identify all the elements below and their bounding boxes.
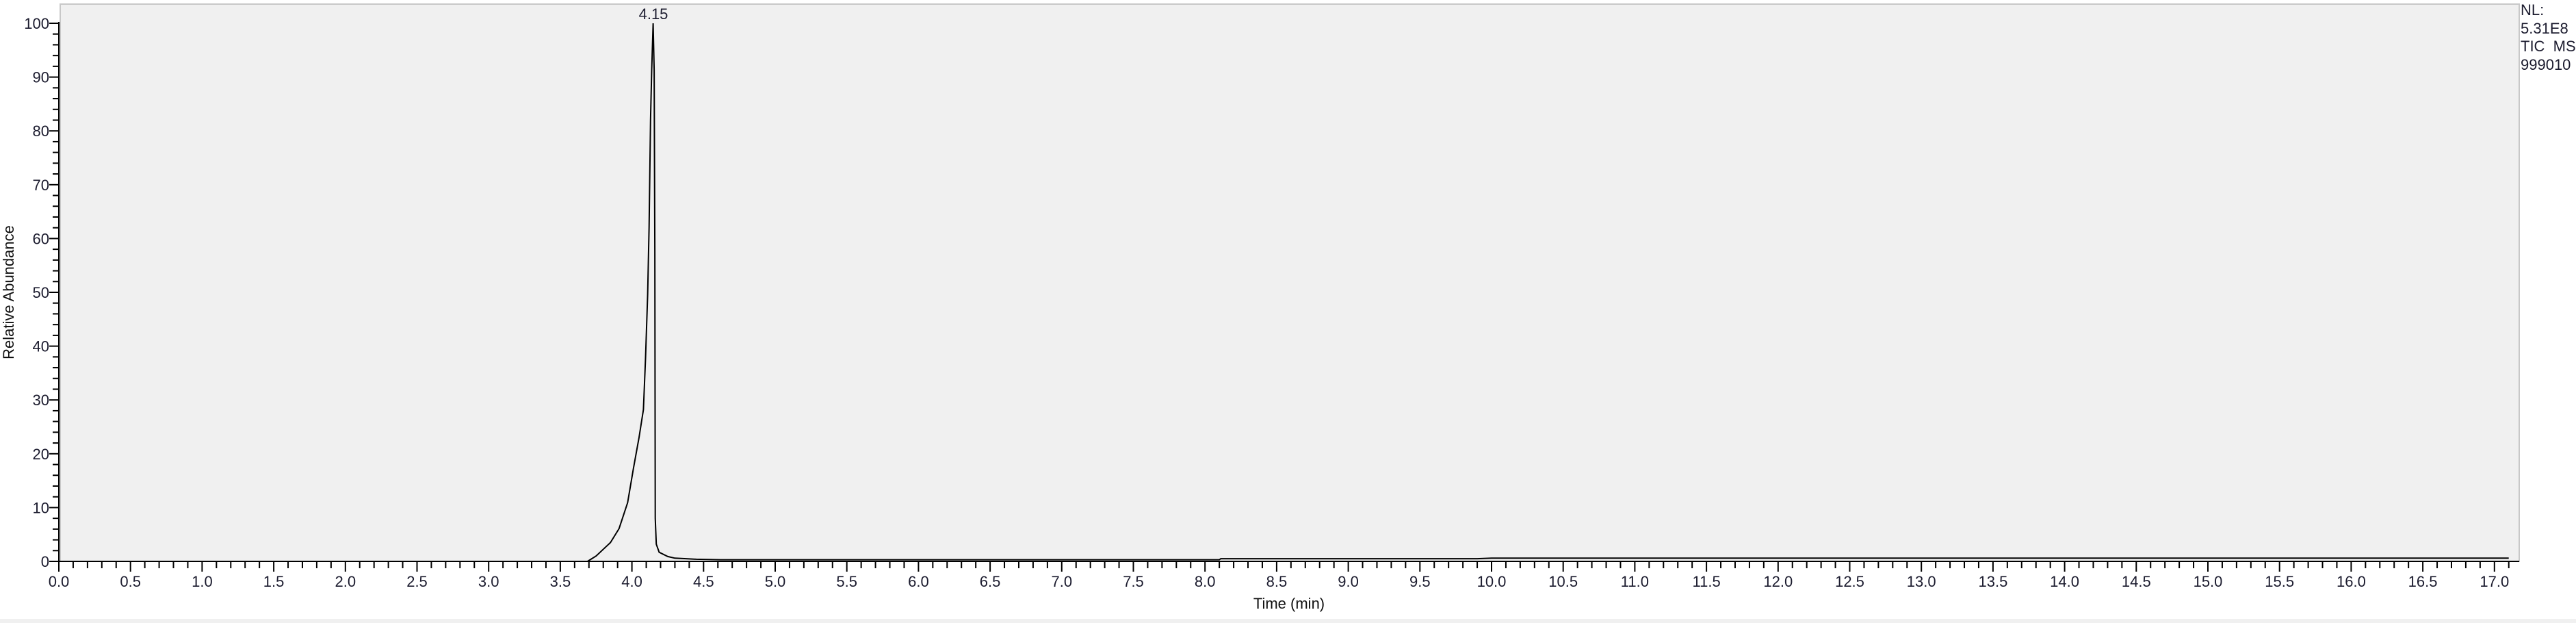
x-tick-label: 11.0 [1621, 573, 1649, 590]
x-tick-label: 8.0 [1195, 573, 1216, 590]
x-tick-label: 13.0 [1907, 573, 1936, 590]
x-tick-label: 0.0 [49, 573, 70, 590]
y-tick-label: 40 [33, 338, 49, 355]
x-tick-label: 15.5 [2265, 573, 2294, 590]
x-tick-label: 7.0 [1052, 573, 1073, 590]
x-tick-label: 5.5 [836, 573, 857, 590]
scan-type: TIC MS [2521, 38, 2576, 55]
x-tick-label: 14.5 [2122, 573, 2151, 590]
x-tick-label: 10.5 [1548, 573, 1578, 590]
y-tick-label: 80 [33, 123, 49, 140]
y-tick-label: 10 [33, 499, 49, 516]
y-tick-label: 30 [33, 392, 49, 409]
x-tick-label: 2.0 [335, 573, 356, 590]
x-tick-label: 6.0 [908, 573, 929, 590]
x-tick-label: 16.5 [2408, 573, 2438, 590]
x-tick-label: 2.5 [406, 573, 428, 590]
x-tick-label: 3.0 [478, 573, 499, 590]
x-tick-label: 12.0 [1763, 573, 1793, 590]
x-tick-label: 5.0 [765, 573, 786, 590]
x-tick-label: 0.5 [120, 573, 141, 590]
nl-label: NL: [2521, 1, 2545, 18]
x-tick-label: 8.5 [1266, 573, 1288, 590]
x-tick-label: 9.5 [1409, 573, 1431, 590]
x-tick-label: 11.5 [1693, 573, 1721, 590]
plot-area [60, 3, 2520, 562]
trace-info: NL: 5.31E8 TIC MS 999010 [2521, 1, 2576, 74]
bottom-strip [0, 619, 2576, 623]
y-axis-title: Relative Abundance [0, 225, 17, 359]
y-tick-label: 60 [33, 230, 49, 247]
x-tick-label: 15.0 [2194, 573, 2223, 590]
chromatogram-chart: 0 10 20 30 40 50 60 70 80 90 100 0.0 0.5 1.0 1.5 2.0 2.5… [0, 3, 2520, 612]
x-tick-label: 4.5 [693, 573, 714, 590]
y-tick-label: 50 [33, 284, 49, 301]
y-tick-label: 70 [33, 177, 49, 194]
nl-value: 5.31E8 [2521, 19, 2568, 37]
x-tick-label: 13.5 [1978, 573, 2007, 590]
x-tick-label: 7.5 [1123, 573, 1144, 590]
x-tick-label: 16.0 [2337, 573, 2366, 590]
x-tick-label: 17.0 [2480, 573, 2509, 590]
y-tick-label: 100 [24, 15, 49, 32]
x-tick-label: 6.5 [980, 573, 1001, 590]
x-tick-label: 4.0 [621, 573, 642, 590]
y-tick-label: 0 [41, 553, 49, 570]
x-tick-label: 14.0 [2050, 573, 2079, 590]
peak-label: 4.15 [639, 5, 668, 23]
x-tick-label: 1.0 [192, 573, 213, 590]
x-tick-label: 9.0 [1338, 573, 1359, 590]
x-tick-label: 3.5 [550, 573, 571, 590]
x-axis-title: Time (min) [1253, 595, 1325, 612]
sample-id: 999010 [2521, 55, 2571, 73]
x-tick-label: 10.0 [1477, 573, 1507, 590]
y-tick-label: 20 [33, 446, 49, 463]
x-tick-label: 12.5 [1835, 573, 1864, 590]
y-tick-label: 90 [33, 69, 49, 86]
x-tick-label: 1.5 [263, 573, 285, 590]
